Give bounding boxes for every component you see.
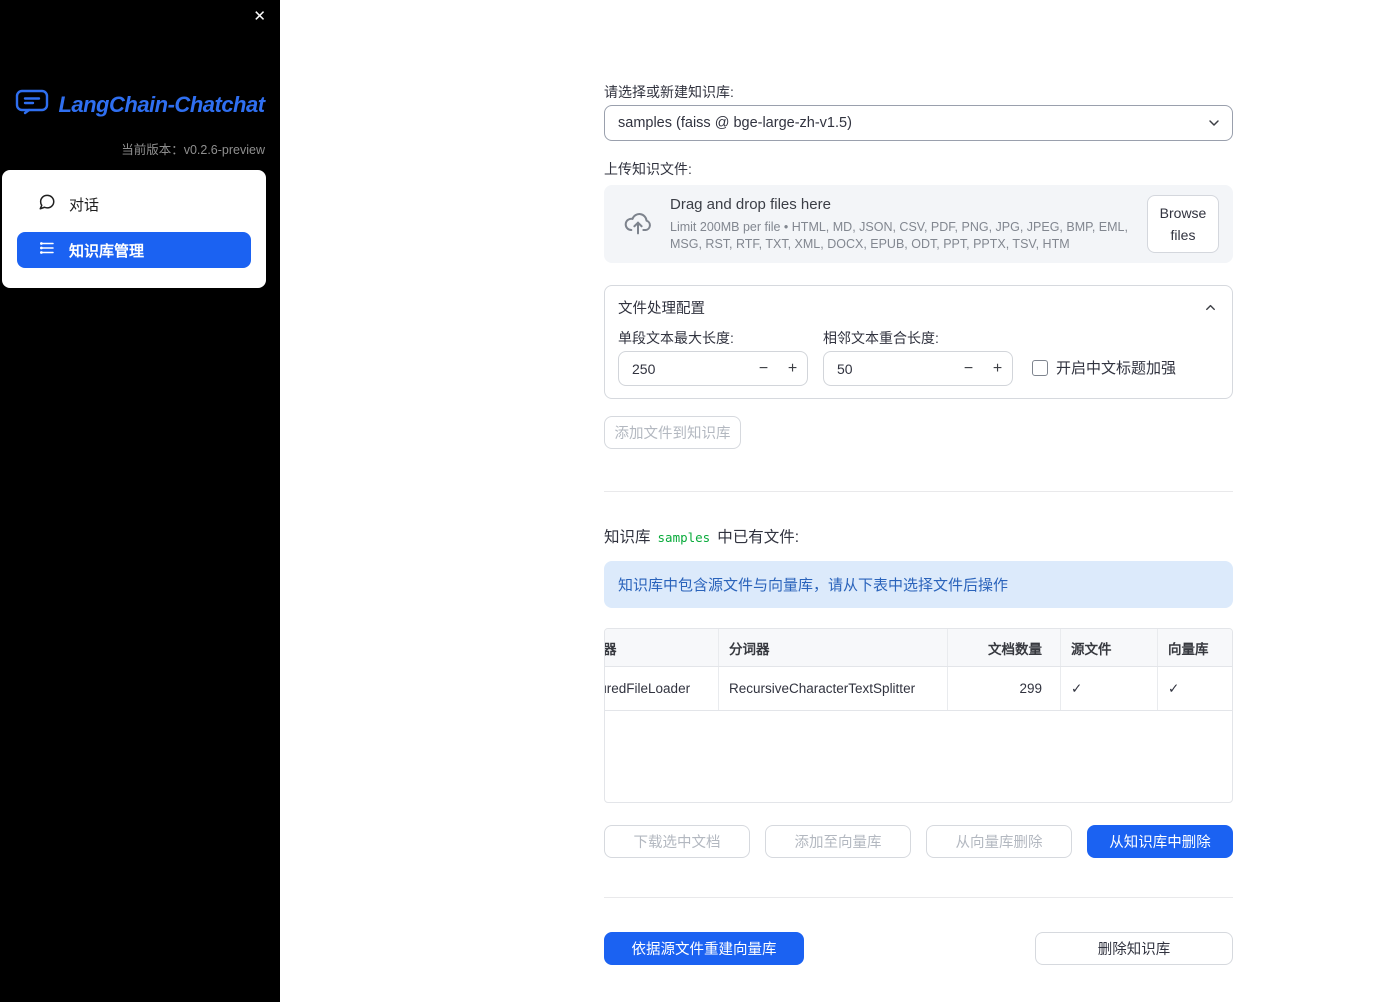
sidebar-item-label: 对话 [69, 196, 100, 214]
divider [604, 491, 1233, 492]
delete-from-vector-store-button[interactable]: 从向量库删除 [926, 825, 1072, 858]
browse-files-button[interactable]: Browse files [1147, 194, 1219, 254]
sidebar-item-knowledge-base[interactable]: 知识库管理 [17, 232, 251, 268]
sidebar: ✕ LangChain-Chatchat 当前版本：v0.2.6-preview… [0, 0, 280, 1002]
max-length-value: 250 [632, 360, 656, 377]
decrement-button[interactable]: − [954, 360, 983, 378]
close-sidebar-icon[interactable]: ✕ [253, 7, 266, 27]
info-banner: 知识库中包含源文件与向量库，请从下表中选择文件后操作 [604, 561, 1233, 608]
kb-select-value: samples (faiss @ bge-large-zh-v1.5) [618, 115, 852, 131]
files-table[interactable]: 文档加载器 分词器 文档数量 源文件 向量库 UnstructuredFileL… [604, 628, 1233, 803]
dropzone-title: Drag and drop files here [670, 195, 831, 213]
version-label: 当前版本：v0.2.6-preview [121, 143, 265, 157]
dropzone-limit: Limit 200MB per file • HTML, MD, JSON, C… [670, 219, 1128, 251]
sidebar-menu: 对话 知识库管理 [2, 170, 266, 288]
sidebar-item-label: 知识库管理 [69, 242, 145, 260]
table-header-cell[interactable]: 源文件 [1061, 629, 1158, 666]
expander-header[interactable]: 文件处理配置 [605, 286, 1232, 318]
overlap-label: 相邻文本重合长度: [823, 330, 939, 346]
decrement-button[interactable]: − [749, 360, 778, 378]
table-cell[interactable]: UnstructuredFileLoader [605, 667, 719, 710]
file-dropzone[interactable]: Drag and drop files here Limit 200MB per… [604, 185, 1233, 263]
zh-title-enhance-label: 开启中文标题加强 [1056, 360, 1177, 377]
max-length-stepper[interactable]: 250 − + [618, 351, 808, 386]
table-cell[interactable]: ✓ [1158, 667, 1232, 710]
add-to-vector-store-button[interactable]: 添加至向量库 [765, 825, 911, 858]
logo-chat-icon [15, 88, 49, 121]
kb-select-label: 请选择或新建知识库: [604, 84, 734, 100]
kb-files-prefix: 知识库 [604, 529, 651, 546]
kb-files-suffix: 中已有文件: [717, 529, 800, 546]
table-header-row: 文档加载器 分词器 文档数量 源文件 向量库 [605, 629, 1232, 667]
kb-files-heading: 知识库 samples 中已有文件: [604, 525, 1233, 547]
main-content: 请选择或新建知识库: samples (faiss @ bge-large-zh… [604, 0, 1234, 1002]
table-header-cell[interactable]: 向量库 [1158, 629, 1232, 666]
rebuild-vector-store-button[interactable]: 依据源文件重建向量库 [604, 932, 804, 965]
overlap-value: 50 [837, 360, 853, 377]
table-header-cell[interactable]: 分词器 [719, 629, 948, 666]
upload-label: 上传知识文件: [604, 161, 692, 177]
sidebar-item-dialogue[interactable]: 对话 [2, 186, 266, 222]
cloud-upload-icon [620, 206, 656, 243]
table-cell[interactable]: 299 [948, 667, 1061, 710]
files-table-inner: 文档加载器 分词器 文档数量 源文件 向量库 UnstructuredFileL… [605, 629, 1232, 711]
table-cell[interactable]: RecursiveCharacterTextSplitter [719, 667, 948, 710]
add-files-to-kb-button[interactable]: 添加文件到知识库 [604, 416, 741, 449]
overlap-stepper[interactable]: 50 − + [823, 351, 1013, 386]
table-action-buttons: 下载选中文档 添加至向量库 从向量库删除 从知识库中删除 [604, 825, 1233, 858]
max-length-label: 单段文本最大长度: [618, 330, 734, 346]
table-header-cell[interactable]: 文档数量 [948, 629, 1061, 666]
chat-bubble-icon [38, 193, 56, 215]
knowledge-base-icon [38, 239, 56, 261]
app-logo: LangChain-Chatchat [0, 88, 280, 121]
kb-name-code: samples [657, 529, 711, 545]
table-header-cell[interactable]: 文档加载器 [605, 629, 719, 666]
divider [604, 897, 1233, 898]
bottom-buttons: 依据源文件重建向量库 删除知识库 [604, 932, 1233, 965]
zh-title-enhance-checkbox-row: 开启中文标题加强 [1032, 357, 1176, 378]
delete-from-kb-button[interactable]: 从知识库中删除 [1087, 825, 1233, 858]
file-config-expander: 文件处理配置 单段文本最大长度: 相邻文本重合长度: 250 − + 50 − … [604, 285, 1233, 399]
delete-kb-button[interactable]: 删除知识库 [1035, 932, 1233, 965]
logo-text: LangChain-Chatchat [58, 91, 265, 117]
download-selected-button[interactable]: 下载选中文档 [604, 825, 750, 858]
chevron-up-icon [1203, 300, 1218, 315]
dropzone-text: Drag and drop files here Limit 200MB per… [656, 196, 1147, 253]
table-row[interactable]: UnstructuredFileLoader RecursiveCharacte… [605, 667, 1232, 711]
increment-button[interactable]: + [983, 360, 1012, 378]
increment-button[interactable]: + [778, 360, 807, 378]
chevron-down-icon [1206, 115, 1222, 131]
expander-title: 文件处理配置 [618, 301, 705, 317]
table-cell[interactable]: ✓ [1061, 667, 1158, 710]
kb-select[interactable]: samples (faiss @ bge-large-zh-v1.5) [604, 105, 1233, 141]
zh-title-enhance-checkbox[interactable] [1032, 359, 1048, 376]
